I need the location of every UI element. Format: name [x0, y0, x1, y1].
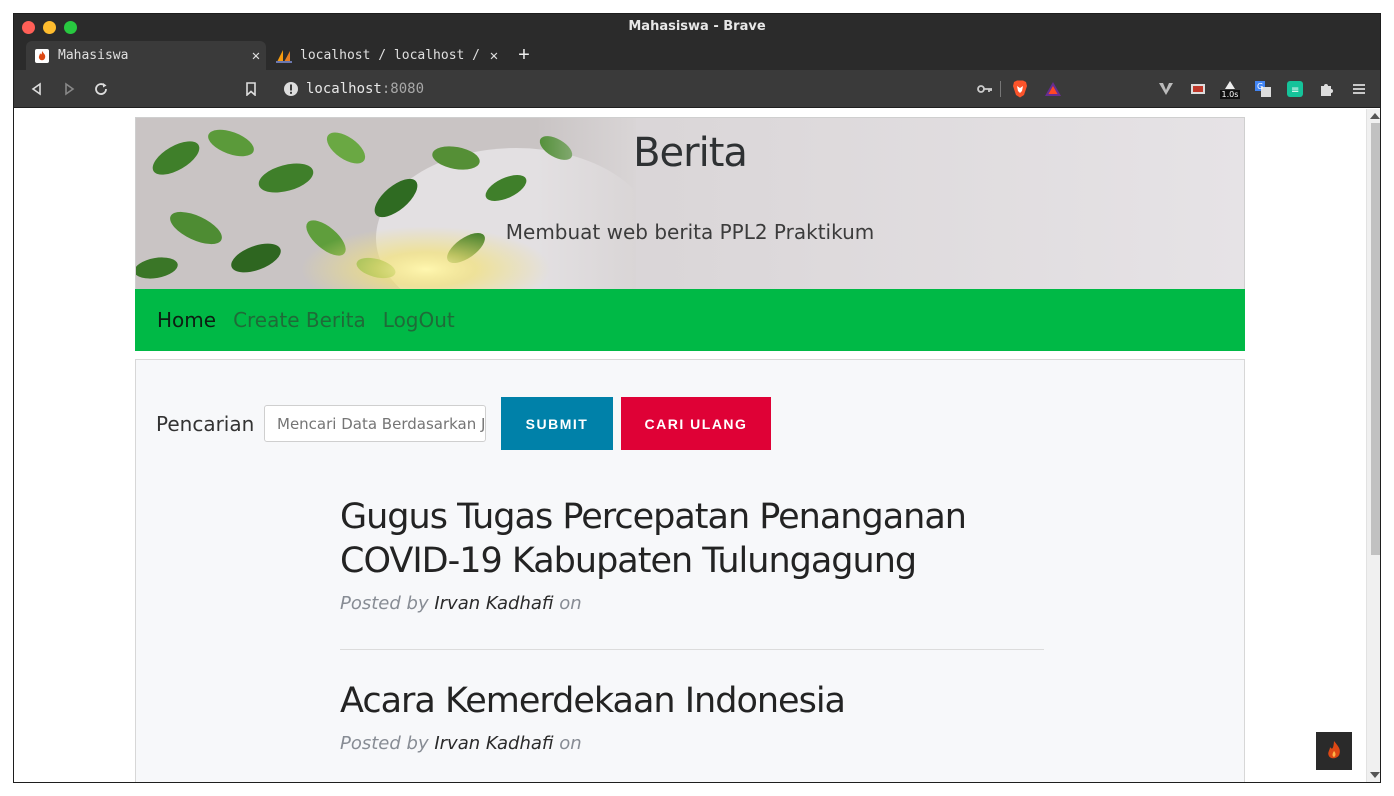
- masthead: Berita Membuat web berita PPL2 Praktikum: [135, 117, 1245, 289]
- toolbar-divider: [1000, 81, 1001, 97]
- phpmyadmin-sail-icon: [276, 48, 292, 64]
- site-info-icon[interactable]: [280, 78, 302, 100]
- posted-by-label: Posted by: [340, 593, 429, 614]
- scroll-up-arrow-icon[interactable]: [1370, 113, 1380, 119]
- screenshot-icon[interactable]: [1187, 78, 1209, 100]
- key-icon[interactable]: [974, 78, 996, 100]
- post-meta: Posted by Irvan Kadhafi on: [340, 733, 1044, 754]
- extension-badge: 1.0s: [1219, 89, 1241, 99]
- svg-text:G: G: [1257, 82, 1263, 91]
- codeigniter-debug-toolbar-icon[interactable]: [1316, 732, 1352, 770]
- page-container: Berita Membuat web berita PPL2 Praktikum…: [135, 117, 1245, 782]
- submit-button[interactable]: SUBMIT: [501, 397, 613, 450]
- brave-rewards-icon[interactable]: [1042, 78, 1064, 100]
- content-card: Pencarian SUBMIT CARI ULANG Gugus Tugas …: [135, 359, 1245, 782]
- search-input[interactable]: [264, 405, 486, 442]
- close-tab-icon[interactable]: ✕: [484, 48, 504, 64]
- post-title[interactable]: Acara Kemerdekaan Indonesia: [340, 679, 1044, 723]
- browser-toolbar: localhost:8080 1.0s G ≡: [14, 70, 1380, 108]
- reload-icon[interactable]: [90, 78, 112, 100]
- codeigniter-flame-icon: [34, 48, 50, 64]
- post-title[interactable]: Gugus Tugas Percepatan Penanganan COVID-…: [340, 495, 1044, 583]
- main-nav: Home Create Berita LogOut: [135, 289, 1245, 351]
- address-bar[interactable]: localhost:8080: [306, 81, 424, 97]
- forward-icon[interactable]: [58, 78, 80, 100]
- browser-window: Mahasiswa - Brave Mahasiswa ✕ localhost …: [13, 13, 1381, 783]
- nav-create-berita-link[interactable]: Create Berita: [233, 308, 366, 332]
- translate-icon[interactable]: G: [1252, 78, 1274, 100]
- close-tab-icon[interactable]: ✕: [246, 48, 266, 64]
- menu-icon[interactable]: [1348, 78, 1370, 100]
- cari-ulang-button[interactable]: CARI ULANG: [621, 397, 771, 450]
- tab-label: Mahasiswa: [58, 48, 129, 63]
- window-title: Mahasiswa - Brave: [628, 19, 766, 34]
- svg-text:≡: ≡: [1291, 85, 1299, 96]
- new-tab-button[interactable]: +: [514, 42, 534, 68]
- post-item: Acara Kemerdekaan Indonesia Posted by Ir…: [340, 679, 1044, 754]
- post-item: Gugus Tugas Percepatan Penanganan COVID-…: [340, 495, 1044, 614]
- tab-mahasiswa[interactable]: Mahasiswa ✕: [26, 41, 266, 70]
- timer-extension-icon[interactable]: 1.0s: [1219, 78, 1241, 100]
- bookmark-icon[interactable]: [240, 78, 262, 100]
- url-host: localhost: [306, 81, 382, 97]
- post-meta: Posted by Irvan Kadhafi on: [340, 593, 1044, 614]
- site-subtitle: Membuat web berita PPL2 Praktikum: [505, 220, 875, 244]
- scroll-thumb[interactable]: [1371, 123, 1380, 555]
- tab-strip: Mahasiswa ✕ localhost / localhost / ppl-…: [14, 40, 1380, 70]
- post-author: Irvan Kadhafi: [434, 733, 554, 754]
- search-label: Pencarian: [156, 412, 255, 436]
- post-divider: [340, 649, 1044, 650]
- scroll-down-arrow-icon[interactable]: [1370, 772, 1380, 778]
- vivaldi-icon[interactable]: [1155, 78, 1177, 100]
- posted-by-label: Posted by: [340, 733, 429, 754]
- page-scrollbar[interactable]: [1366, 109, 1380, 782]
- nav-home-link[interactable]: Home: [157, 308, 216, 332]
- puzzle-icon[interactable]: [1316, 78, 1338, 100]
- page-viewport: Berita Membuat web berita PPL2 Praktikum…: [14, 109, 1366, 782]
- brave-shields-icon[interactable]: [1009, 78, 1031, 100]
- tab-phpmyadmin[interactable]: localhost / localhost / ppl-ber ✕: [268, 41, 504, 70]
- post-on-label: on: [559, 733, 582, 754]
- post-on-label: on: [559, 593, 582, 614]
- url-port: :8080: [381, 81, 425, 97]
- back-icon[interactable]: [26, 78, 48, 100]
- tab-label: localhost / localhost / ppl-ber: [300, 48, 484, 63]
- nav-logout-link[interactable]: LogOut: [383, 308, 455, 332]
- site-title: Berita: [633, 130, 748, 176]
- title-bar: Mahasiswa - Brave: [14, 14, 1380, 40]
- grammar-icon[interactable]: ≡: [1284, 78, 1306, 100]
- post-author: Irvan Kadhafi: [434, 593, 554, 614]
